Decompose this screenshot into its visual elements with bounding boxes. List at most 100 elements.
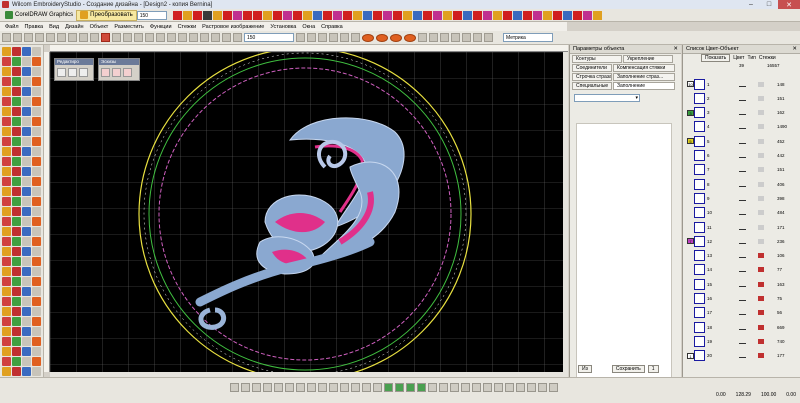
tool-icon[interactable] (12, 307, 21, 316)
tool-icon[interactable] (2, 327, 11, 336)
tool-icon[interactable] (2, 237, 11, 246)
menu-object[interactable]: Объект (87, 24, 112, 30)
list-item[interactable]: 7 12 236 (683, 234, 799, 248)
object-thumbnail[interactable] (694, 321, 705, 333)
status-tool-icon[interactable] (329, 383, 338, 392)
tool-icon[interactable] (22, 207, 31, 216)
tab-underlay[interactable]: Укрепление (623, 55, 673, 63)
tool-icon[interactable] (2, 187, 11, 196)
status-tool-icon[interactable] (307, 383, 316, 392)
tool-icon[interactable] (2, 257, 11, 266)
hoop-icon[interactable] (167, 33, 176, 42)
list-item[interactable]: 10 484 (683, 206, 799, 220)
stitch-type-icon[interactable] (272, 10, 282, 20)
object-thumbnail[interactable] (694, 78, 705, 90)
stitch-type-icon[interactable] (322, 10, 332, 20)
stitch-type-icon[interactable] (372, 10, 382, 20)
list-item[interactable]: 5 5 452 (683, 134, 799, 148)
tool-icon[interactable] (22, 237, 31, 246)
tool-icon[interactable] (12, 207, 21, 216)
status-tool-icon[interactable] (439, 383, 448, 392)
status-tool-icon[interactable] (428, 383, 437, 392)
scale-icon[interactable] (340, 33, 349, 42)
tool-icon[interactable] (12, 57, 21, 66)
stitch-type-icon[interactable] (242, 10, 252, 20)
object-thumbnail[interactable] (694, 250, 705, 262)
measure-icon[interactable] (211, 33, 220, 42)
convert-button[interactable]: Преобразовать (76, 9, 137, 21)
list-item[interactable]: 17 56 (683, 306, 799, 320)
status-tool-icon[interactable] (417, 383, 426, 392)
tool-icon[interactable] (2, 167, 11, 176)
list-item[interactable]: 7 151 (683, 163, 799, 177)
stitch-type-icon[interactable] (452, 10, 462, 20)
tool-icon[interactable] (2, 57, 11, 66)
tool-icon[interactable] (12, 107, 21, 116)
reshape-icon[interactable] (57, 68, 66, 77)
tool-icon[interactable] (32, 47, 41, 56)
tool-icon[interactable] (32, 197, 41, 206)
close-button[interactable]: ✕ (778, 0, 800, 9)
tool-icon[interactable] (12, 187, 21, 196)
status-tool-icon[interactable] (373, 383, 382, 392)
list-item[interactable]: 2 151 (683, 91, 799, 105)
tool-icon[interactable] (32, 327, 41, 336)
tool-icon[interactable] (22, 197, 31, 206)
canvas-vertical-scrollbar[interactable] (563, 52, 568, 372)
fill-type-select[interactable]: ▾ (574, 94, 640, 102)
tool-icon[interactable] (2, 177, 11, 186)
tool-icon[interactable] (32, 57, 41, 66)
object-thumbnail[interactable] (694, 235, 705, 247)
lock-icon[interactable] (351, 33, 360, 42)
stitch-type-icon[interactable] (542, 10, 552, 20)
tool-icon[interactable] (12, 367, 21, 376)
tool-icon[interactable] (32, 127, 41, 136)
open-icon[interactable] (13, 33, 22, 42)
tool-icon[interactable] (2, 247, 11, 256)
tool-icon[interactable] (12, 357, 21, 366)
width-icon[interactable] (318, 33, 327, 42)
tool-icon[interactable] (22, 67, 31, 76)
list-item[interactable]: 16 75 (683, 292, 799, 306)
tool-icon[interactable] (32, 357, 41, 366)
stitch-type-icon[interactable] (412, 10, 422, 20)
tool-icon[interactable] (32, 147, 41, 156)
stitch-type-icon[interactable] (262, 10, 272, 20)
tool-icon[interactable] (22, 297, 31, 306)
status-tool-icon[interactable] (351, 383, 360, 392)
tool-icon[interactable] (32, 187, 41, 196)
tool-icon[interactable] (2, 137, 11, 146)
menu-design[interactable]: Дизайн (62, 24, 87, 30)
tool-icon[interactable] (32, 107, 41, 116)
tool-icon[interactable] (22, 227, 31, 236)
tool-icon[interactable] (22, 177, 31, 186)
list-item[interactable]: 1 20 177 (683, 349, 799, 363)
stitch-type-icon[interactable] (312, 10, 322, 20)
tool-icon[interactable] (22, 107, 31, 116)
print-icon[interactable] (35, 33, 44, 42)
menu-setup[interactable]: Установка (267, 24, 299, 30)
status-tool-icon[interactable] (516, 383, 525, 392)
tool-icon[interactable] (32, 297, 41, 306)
status-tool-icon[interactable] (241, 383, 250, 392)
tool-icon[interactable] (12, 317, 21, 326)
stitch-type-icon[interactable] (522, 10, 532, 20)
tool-icon[interactable] (12, 247, 21, 256)
tool-icon[interactable] (12, 67, 21, 76)
tool-icon[interactable] (2, 307, 11, 316)
stitch-type-icon[interactable] (232, 10, 242, 20)
tool-icon[interactable] (12, 47, 21, 56)
tool-icon[interactable] (22, 347, 31, 356)
sketch-tool-3-icon[interactable] (123, 68, 132, 77)
zoom-in-icon[interactable] (112, 33, 121, 42)
status-tool-icon[interactable] (384, 383, 393, 392)
stitch-type-icon[interactable] (222, 10, 232, 20)
tool-icon[interactable] (32, 337, 41, 346)
team-names-icon[interactable] (451, 33, 460, 42)
tool-icon[interactable] (12, 157, 21, 166)
tool-icon[interactable] (22, 77, 31, 86)
tool-icon[interactable] (22, 97, 31, 106)
corel-graphics-toggle[interactable]: CorelDRAW Graphics (2, 10, 76, 21)
zoom-combo[interactable]: 150 (244, 33, 294, 42)
tool-icon[interactable] (32, 367, 41, 376)
